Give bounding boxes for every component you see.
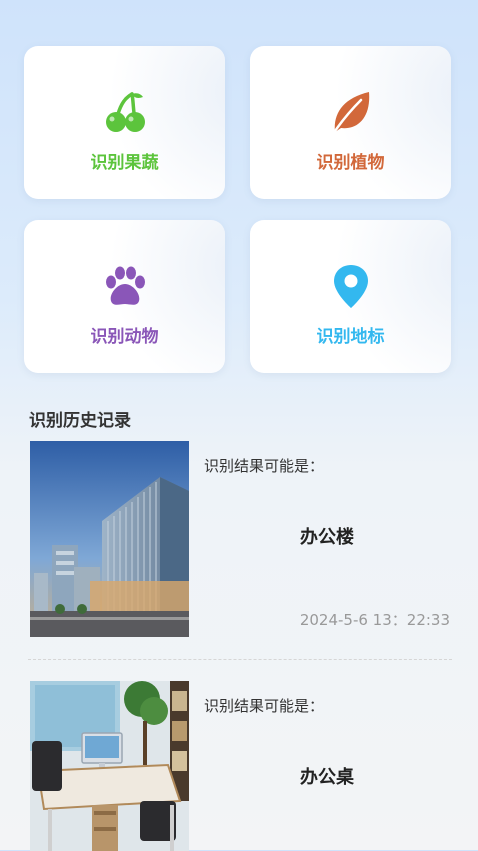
recognize-landmark-label: 识别地标 bbox=[316, 327, 385, 347]
leaf-icon bbox=[331, 92, 369, 136]
recognize-plant-label: 识别植物 bbox=[316, 153, 385, 173]
result-prefix: 识别结果可能是： bbox=[204, 697, 325, 715]
cherry-icon bbox=[105, 92, 145, 132]
record-divider bbox=[28, 659, 452, 660]
recognize-plant-card[interactable]: 识别植物 bbox=[250, 46, 451, 199]
location-pin-icon bbox=[333, 265, 368, 308]
history-section-title: 识别历史记录 bbox=[29, 411, 131, 431]
result-name: 办公楼 bbox=[300, 527, 354, 548]
record-timestamp: 2024-5-6 13：22:33 bbox=[299, 611, 450, 629]
recognize-fruit-vegetable-card[interactable]: 识别果蔬 bbox=[24, 46, 225, 199]
recognize-animal-card[interactable]: 识别动物 bbox=[24, 220, 225, 373]
recognize-animal-label: 识别动物 bbox=[90, 327, 159, 347]
office-desk-photo bbox=[30, 681, 189, 851]
result-name: 办公桌 bbox=[300, 767, 354, 788]
office-building-photo bbox=[30, 441, 189, 637]
history-record[interactable]: 识别结果可能是： 办公楼 2024-5-6 13：22:33 bbox=[30, 441, 450, 637]
recognize-fruit-vegetable-label: 识别果蔬 bbox=[90, 153, 159, 173]
paw-icon bbox=[105, 266, 145, 305]
history-record[interactable]: 识别结果可能是： 办公桌 bbox=[30, 681, 450, 851]
recognize-landmark-card[interactable]: 识别地标 bbox=[250, 220, 451, 373]
result-prefix: 识别结果可能是： bbox=[204, 457, 325, 475]
